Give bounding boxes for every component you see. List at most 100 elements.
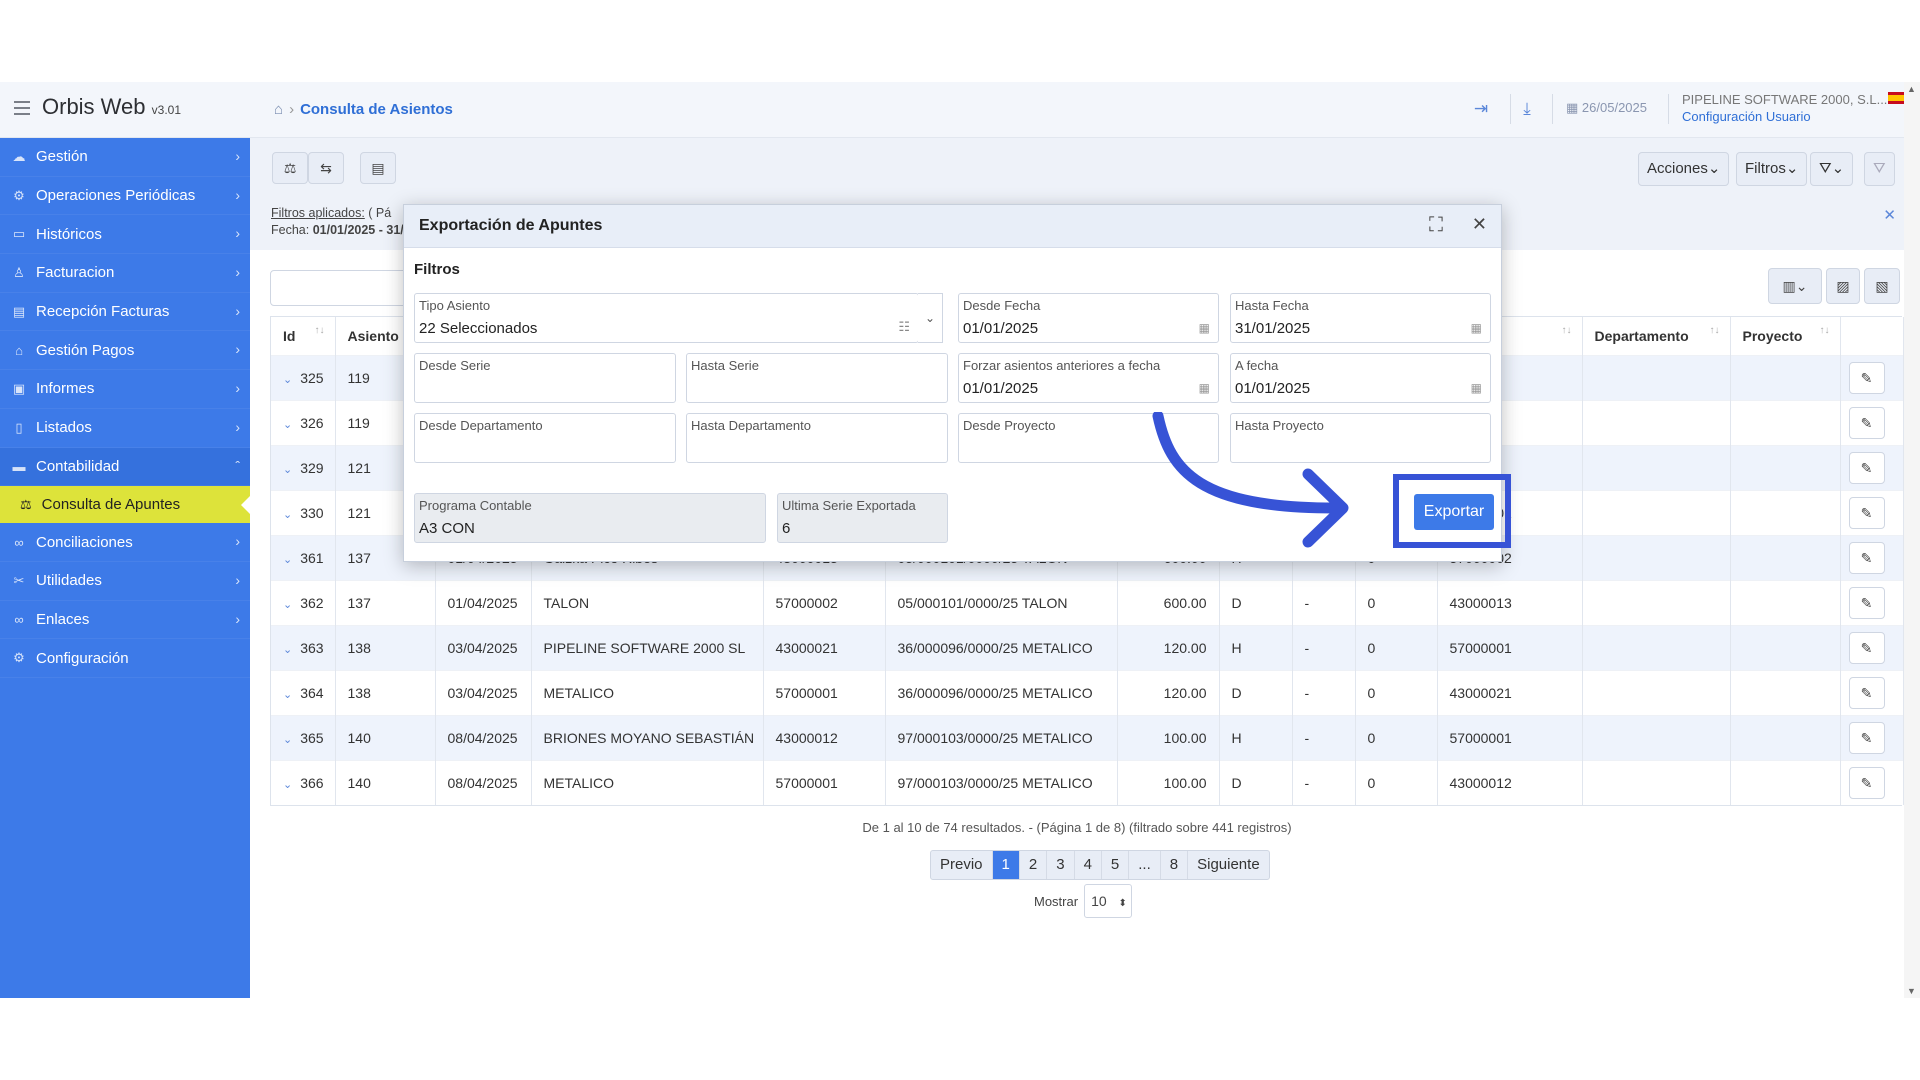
calendar-icon[interactable]: ▦ [1471,381,1482,395]
chevron-down-icon[interactable]: ⌄ [918,293,943,343]
tipo-asiento-field[interactable]: Tipo Asiento 22 Seleccionados ☷ [414,293,919,343]
clear-filter-button[interactable]: ⛛ [1864,152,1895,186]
expand-chevron-icon[interactable]: ⌄ [283,464,292,476]
close-icon[interactable]: ✕ [1883,206,1896,224]
spain-flag-icon[interactable] [1888,92,1904,104]
expand-chevron-icon[interactable]: ⌄ [283,689,292,701]
expand-chevron-icon[interactable]: ⌄ [283,779,292,791]
hasta-fecha-field[interactable]: Hasta Fecha 31/01/2025 ▦ [1230,293,1491,343]
export-list-button[interactable]: ▤ [360,152,396,184]
balance-button[interactable]: ⚖ [272,152,308,184]
transfer-button[interactable]: ⇆ [308,152,344,184]
sidebar-item-operaciones[interactable]: ⚙ Operaciones Periódicas › [0,177,250,216]
sidebar-item-contabilidad[interactable]: ▬ Contabilidad ˆ [0,447,250,487]
calendar-icon[interactable]: ▦ [1471,321,1482,335]
page-button[interactable]: 8 [1161,851,1189,879]
maximize-icon[interactable]: ⛶ [1429,214,1443,237]
hasta-serie-field[interactable]: Hasta Serie [686,353,948,403]
export-excel-button[interactable]: ▨ [1826,268,1860,304]
sidebar-item-enlaces[interactable]: ∞ Enlaces › [0,601,250,640]
expand-chevron-icon[interactable]: ⌄ [283,644,292,656]
expand-chevron-icon[interactable]: ⌄ [283,374,292,386]
a-fecha-field[interactable]: A fecha 01/01/2025 ▦ [1230,353,1491,403]
download-icon[interactable]: ⤓ [1514,96,1540,122]
page-button[interactable]: 2 [1020,851,1048,879]
sidebar-item-conciliaciones[interactable]: ∞ Conciliaciones › [0,523,250,562]
edit-pencil-icon[interactable]: ✎ [1848,541,1885,574]
prev-page-button[interactable]: Previo [931,851,993,879]
col-header-proyecto[interactable]: Proyecto ↑↓ [1730,317,1841,355]
table-row[interactable]: ⌄ 362 137 01/04/2025 TALON 57000002 05/000101/… [271,579,1904,625]
search-input[interactable] [270,270,420,306]
breadcrumb-current[interactable]: Consulta de Asientos [300,101,453,118]
expand-chevron-icon[interactable]: ⌄ [283,734,292,746]
calendar-icon[interactable]: ▦ [1199,381,1210,395]
hamburger-menu-icon[interactable] [14,101,30,115]
page-button[interactable]: 5 [1102,851,1130,879]
forzar-fecha-field[interactable]: Forzar asientos anteriores a fecha 01/01… [958,353,1219,403]
desde-serie-field[interactable]: Desde Serie [414,353,676,403]
acciones-dropdown[interactable]: Acciones⌄ [1638,152,1730,186]
edit-pencil-icon[interactable]: ✎ [1848,586,1885,619]
expand-chevron-icon[interactable]: ⌄ [283,554,292,566]
sort-icon[interactable]: ↑↓ [1562,325,1572,336]
home-icon[interactable]: ⌂ [274,101,283,118]
sidebar-item-gestion[interactable]: ☁ Gestión › [0,138,250,177]
table-row[interactable]: ⌄ 364 138 03/04/2025 METALICO 57000001 36/0000… [271,669,1904,715]
sidebar-item-utilidades[interactable]: ✂ Utilidades › [0,562,250,601]
config-user-link[interactable]: Configuración Usuario [1682,109,1891,124]
next-page-button[interactable]: Siguiente [1188,851,1269,879]
desde-fecha-field[interactable]: Desde Fecha 01/01/2025 ▦ [958,293,1219,343]
login-icon[interactable]: ⇥ [1468,96,1494,122]
page-button[interactable]: 1 [992,851,1020,879]
page-size-select[interactable]: 10 ⬍ [1084,884,1133,918]
edit-pencil-icon[interactable]: ✎ [1848,451,1885,484]
edit-pencil-icon[interactable]: ✎ [1848,721,1885,754]
edit-pencil-icon[interactable]: ✎ [1848,361,1885,394]
sidebar-item-configuracion[interactable]: ⚙ Configuración [0,639,250,678]
table-row[interactable]: ⌄ 363 138 03/04/2025 PIPELINE SOFTWARE 2000 … [271,624,1904,670]
close-icon[interactable]: ✕ [1472,214,1487,235]
expand-chevron-icon[interactable]: ⌄ [283,419,292,431]
cell-id: ⌄ 364 [271,669,336,715]
sidebar-item-gestion-pagos[interactable]: ⌂ Gestión Pagos › [0,331,250,371]
page-scrollbar[interactable]: ▲ ▼ [1904,82,1920,998]
sidebar-item-listados[interactable]: ▯ Listados › [0,409,250,448]
table-row[interactable]: ⌄ 365 140 08/04/2025 BRIONES MOYANO SEBASTIÁ… [271,714,1904,760]
applied-filters-link[interactable]: Filtros aplicados: [271,206,365,220]
desde-departamento-field[interactable]: Desde Departamento [414,413,676,463]
table-row[interactable]: ⌄ 366 140 08/04/2025 METALICO 57000001 97/0001… [271,759,1904,805]
edit-pencil-icon[interactable]: ✎ [1848,676,1885,709]
sidebar-item-informes[interactable]: ▣ Informes › [0,370,250,409]
page-button[interactable]: 3 [1047,851,1075,879]
filter-options-button[interactable]: ⛛⌄ [1810,152,1854,186]
edit-pencil-icon[interactable]: ✎ [1848,496,1885,529]
expand-chevron-icon[interactable]: ⌄ [283,599,292,611]
link-icon: ∞ [14,611,24,627]
col-header-id[interactable]: Id ↑↓ [271,317,336,355]
cell-actions: ✎ [1840,669,1904,715]
transfer-icon: ⇆ [320,160,332,176]
sidebar-item-historicos[interactable]: ▭ Históricos › [0,215,250,255]
col-header-departamento[interactable]: Departamento ↑↓ [1582,317,1731,355]
expand-chevron-icon[interactable]: ⌄ [283,509,292,521]
sidebar-subitem-consulta-apuntes[interactable]: ⚖ Consulta de Apuntes [0,486,250,524]
export-pdf-button[interactable]: ▧ [1864,268,1900,304]
columns-button[interactable]: ▥⌄ [1768,268,1822,304]
edit-pencil-icon[interactable]: ✎ [1848,406,1885,439]
sidebar-item-facturacion[interactable]: ♙ Facturacion › [0,254,250,293]
page-button[interactable]: 4 [1075,851,1102,879]
hasta-departamento-field[interactable]: Hasta Departamento [686,413,948,463]
sort-icon[interactable]: ↑↓ [1820,325,1830,336]
calendar-icon: ▦ [1566,100,1579,115]
sidebar-item-recepcion[interactable]: ▤ Recepción Facturas › [0,293,250,332]
filtros-dropdown[interactable]: Filtros⌄ [1736,152,1808,186]
sort-icon[interactable]: ↑↓ [315,325,325,336]
edit-pencil-icon[interactable]: ✎ [1848,631,1885,664]
calendar-icon[interactable]: ▦ [1199,321,1210,335]
edit-pencil-icon[interactable]: ✎ [1848,766,1885,799]
sort-icon[interactable]: ↑↓ [1710,325,1720,336]
current-date[interactable]: ▦ 26/05/2025 [1566,100,1647,116]
cell-actions: ✎ [1840,759,1904,805]
cell-proyecto [1730,534,1841,580]
